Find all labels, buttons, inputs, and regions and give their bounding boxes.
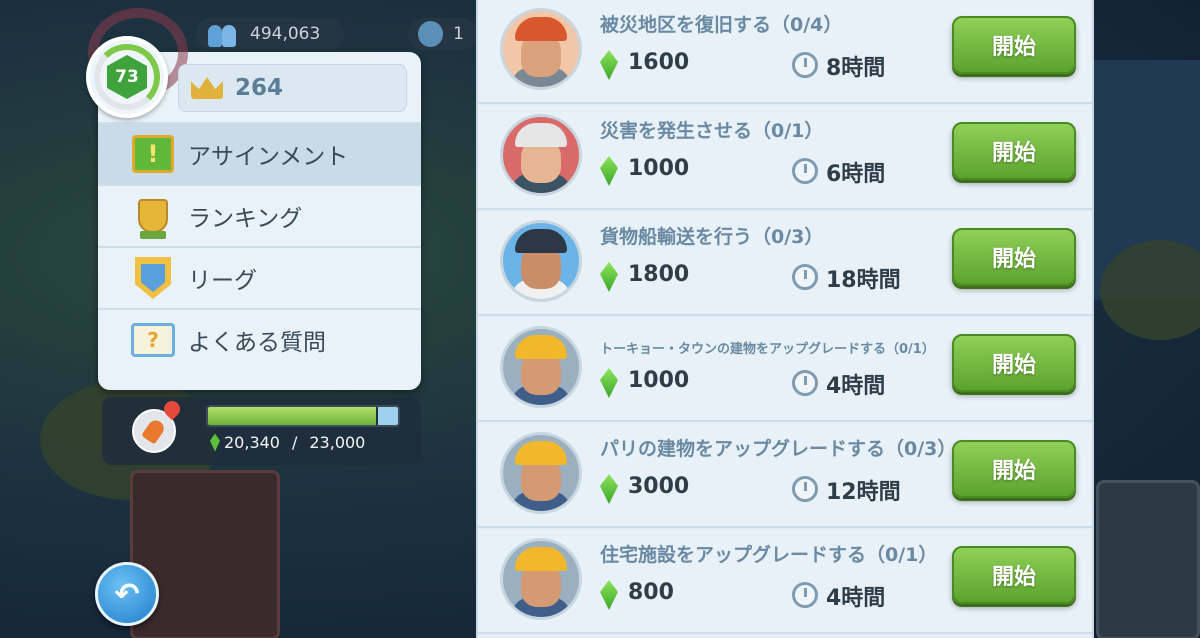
menu-item-label: よくある質問 [188, 330, 326, 356]
population-icon [206, 21, 240, 47]
task-reward: 1000 [628, 156, 690, 181]
progress-bar-fill [208, 407, 376, 425]
task-title: 住宅施設をアップグレードする（0/1） [600, 544, 938, 566]
progress-max: 23,000 [309, 433, 366, 452]
population-counter: 494,063 [196, 18, 344, 50]
menu-item-label: リーグ [188, 268, 257, 294]
progress-text: 20,340 / 23,000 [210, 433, 365, 452]
league-progress-panel: 20,340 / 23,000 [102, 397, 421, 465]
faq-book-icon: ? [130, 317, 176, 363]
miner-avatar [500, 8, 582, 90]
task-duration: 12時間 [826, 480, 901, 505]
start-button[interactable]: 開始 [952, 440, 1076, 498]
gold-value: 264 [235, 75, 284, 101]
level-value: 73 [107, 55, 147, 99]
task-row: 貨物船輸送を行う（0/3） 1800 18時間 開始 [478, 212, 1092, 316]
population-value: 494,063 [250, 24, 321, 44]
menu-item-ranking[interactable]: ランキング [98, 184, 421, 246]
gem-icon [210, 433, 220, 452]
task-title: 被災地区を復旧する（0/4） [600, 14, 843, 36]
captain-avatar [500, 220, 582, 302]
task-title: パリの建物をアップグレードする（0/3） [600, 438, 957, 460]
menu-item-assignments[interactable]: ! アサインメント [98, 122, 421, 184]
task-reward: 3000 [628, 474, 690, 499]
task-title: 災害を発生させる（0/1） [600, 120, 824, 142]
menu-item-label: アサインメント [188, 144, 349, 170]
gem-icon [600, 50, 618, 80]
assignment-icon: ! [130, 131, 176, 177]
start-button[interactable]: 開始 [952, 16, 1076, 74]
gem-icon [600, 580, 618, 610]
globe-icon [418, 21, 444, 47]
coin-value: 1 [453, 24, 464, 44]
task-row: 被災地区を復旧する（0/4） 1600 8時間 開始 [478, 0, 1092, 104]
scientist-avatar [500, 114, 582, 196]
gem-icon [600, 368, 618, 398]
progress-current: 20,340 [224, 433, 280, 452]
task-reward: 800 [628, 580, 674, 605]
stopwatch-icon [792, 52, 818, 78]
task-title: トーキョー・タウンの建物をアップグレードする（0/1） [600, 342, 935, 357]
progress-bar-remaining [378, 407, 398, 425]
builder-avatar [500, 432, 582, 514]
gold-counter[interactable]: 264 [178, 64, 407, 112]
coin-counter: 1 [408, 18, 478, 50]
menu-item-label: ランキング [188, 206, 303, 232]
trophy-icon [130, 193, 176, 239]
stopwatch-icon [792, 476, 818, 502]
start-button[interactable]: 開始 [952, 122, 1076, 180]
start-button[interactable]: 開始 [952, 334, 1076, 392]
task-row: 住宅施設をアップグレードする（0/1） 800 4時間 開始 [478, 530, 1092, 634]
task-duration: 4時間 [826, 374, 886, 399]
stopwatch-icon [792, 370, 818, 396]
task-duration: 8時間 [826, 56, 886, 81]
level-badge[interactable]: 73 [86, 36, 168, 118]
gem-icon [600, 262, 618, 292]
progress-separator: / [291, 433, 298, 452]
gem-icon [600, 156, 618, 186]
back-arrow-icon: ↶ [114, 576, 140, 612]
league-shield-icon [130, 255, 176, 301]
crown-icon [191, 77, 223, 99]
task-reward: 1000 [628, 368, 690, 393]
helipad-building [1096, 480, 1200, 638]
progress-bar [206, 405, 400, 427]
builder-avatar [500, 538, 582, 620]
stopwatch-icon [792, 264, 818, 290]
back-button[interactable]: ↶ [95, 562, 159, 626]
start-button[interactable]: 開始 [952, 228, 1076, 286]
task-reward: 1600 [628, 50, 690, 75]
task-duration: 18時間 [826, 268, 901, 293]
stopwatch-icon [792, 158, 818, 184]
gem-icon [600, 474, 618, 504]
stopwatch-icon [792, 582, 818, 608]
assignment-list[interactable]: 被災地区を復旧する（0/4） 1600 8時間 開始 災害を発生させる（0/1）… [476, 0, 1094, 638]
task-duration: 6時間 [826, 162, 886, 187]
task-row: 災害を発生させる（0/1） 1000 6時間 開始 [478, 106, 1092, 210]
builder-avatar [500, 326, 582, 408]
task-row: トーキョー・タウンの建物をアップグレードする（0/1） 1000 4時間 開始 [478, 318, 1092, 422]
menu-item-faq[interactable]: ? よくある質問 [98, 308, 421, 370]
task-title: 貨物船輸送を行う（0/3） [600, 226, 824, 248]
menu-item-league[interactable]: リーグ [98, 246, 421, 308]
task-reward: 1800 [628, 262, 690, 287]
start-button[interactable]: 開始 [952, 546, 1076, 604]
task-row: パリの建物をアップグレードする（0/3） 3000 12時間 開始 [478, 424, 1092, 528]
side-menu: ! アサインメント ランキング リーグ ? よくある質問 [98, 122, 421, 370]
task-duration: 4時間 [826, 586, 886, 611]
